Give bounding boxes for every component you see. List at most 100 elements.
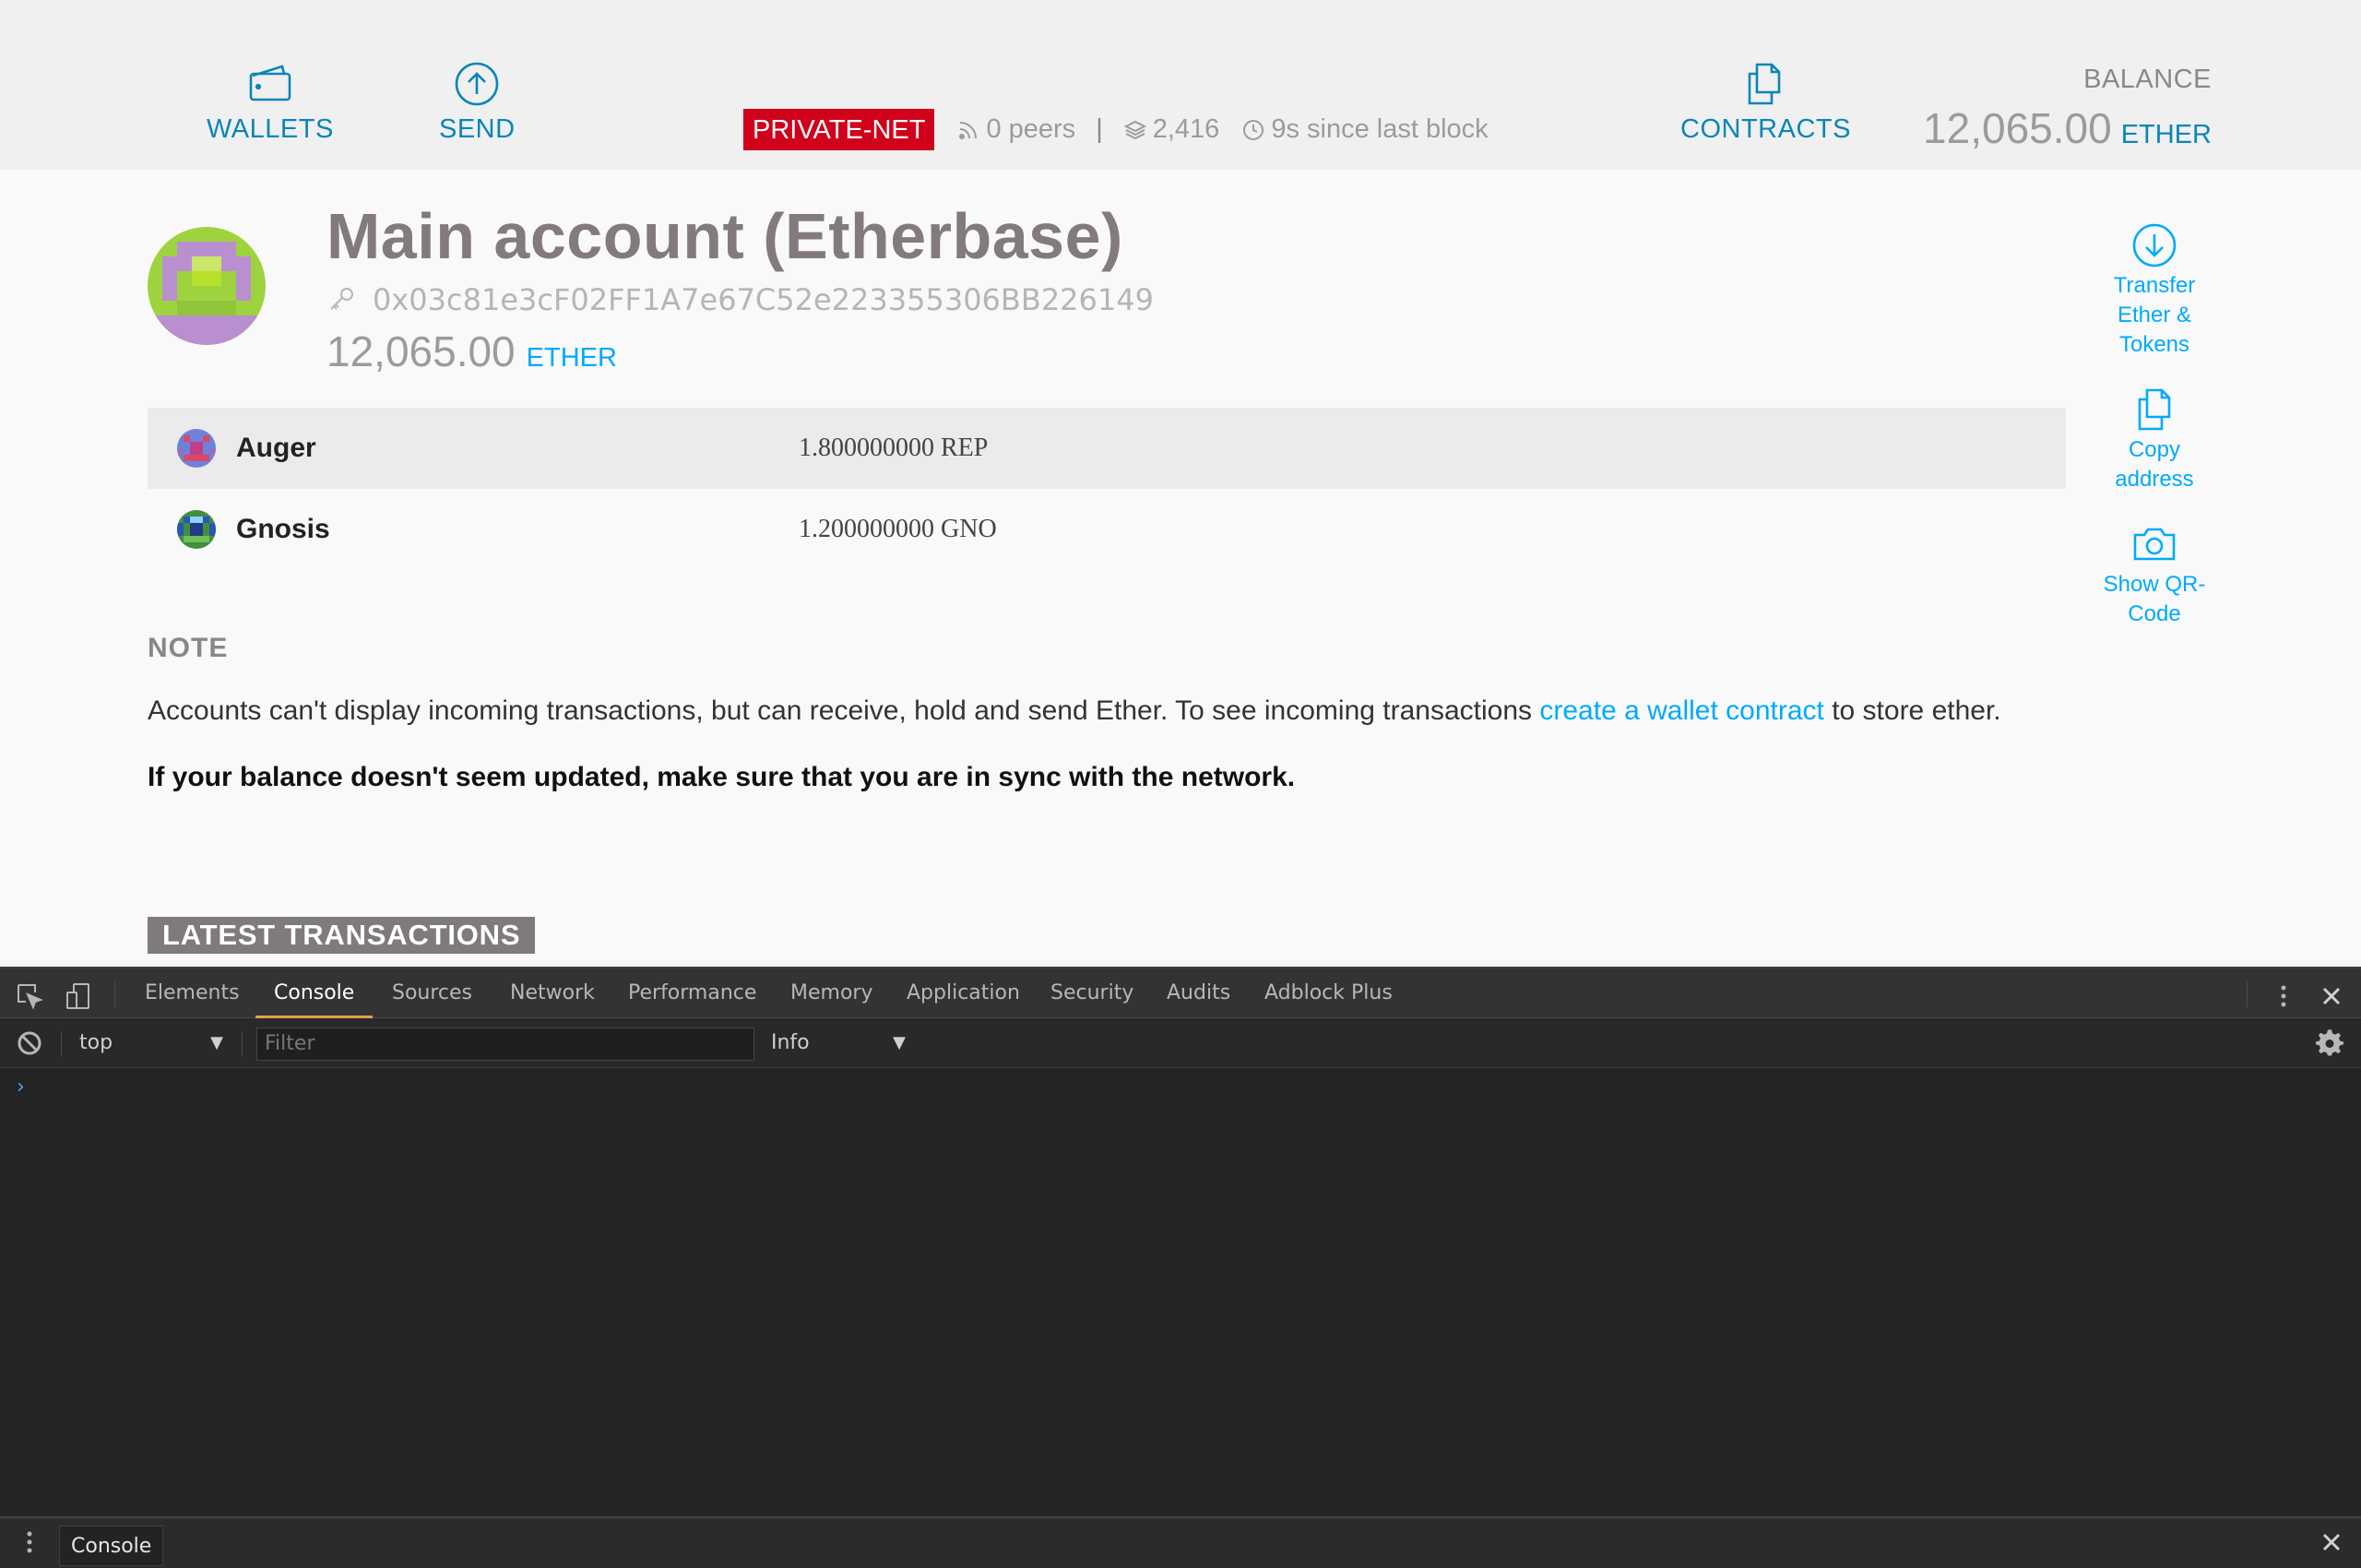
wallet-icon	[249, 65, 291, 101]
latest-transactions-heading: LATEST TRANSACTIONS	[148, 917, 536, 954]
create-wallet-contract-link[interactable]: create a wallet contract	[1539, 695, 1823, 726]
block-number: 2,416	[1152, 114, 1220, 144]
note-text: Accounts can't display incoming transact…	[148, 695, 2001, 727]
devtools-tab-network[interactable]: Network	[492, 968, 613, 1018]
console-settings-gear-icon[interactable]	[2315, 1028, 2344, 1058]
context-select[interactable]: top ▼	[79, 1029, 223, 1057]
nav-contracts-label: CONTRACTS	[1680, 114, 1851, 144]
dropdown-arrow-icon: ▼	[210, 1033, 223, 1052]
devtools-tab-elements[interactable]: Elements	[126, 968, 258, 1018]
nav-wallets[interactable]: WALLETS	[207, 59, 334, 145]
devtools-panel: Elements Console Sources Network Perform…	[0, 967, 2361, 1568]
send-arrow-up-icon	[455, 62, 499, 106]
devtools-tab-adblock-plus[interactable]: Adblock Plus	[1246, 968, 1411, 1018]
transfer-label-2: Ether &	[2117, 303, 2192, 327]
sync-warning: If your balance doesn't seem updated, ma…	[148, 762, 1296, 792]
account-balance-unit: ETHER	[526, 343, 617, 373]
note-title: NOTE	[148, 633, 229, 663]
devtools-drawer: Console	[0, 1516, 2361, 1568]
log-level-select[interactable]: Info ▼	[771, 1029, 906, 1057]
dropdown-arrow-icon: ▼	[893, 1033, 906, 1052]
clock-icon	[1243, 119, 1264, 140]
network-status: PRIVATE-NET 0 peers | 2,416 9s since las…	[743, 109, 1489, 150]
device-toolbar-icon[interactable]	[65, 981, 94, 1011]
balance-title: BALANCE	[2083, 65, 2212, 94]
network-badge: PRIVATE-NET	[743, 109, 935, 150]
log-level-value: Info	[771, 1031, 810, 1054]
contracts-documents-icon	[1749, 63, 1781, 105]
peers-count: 0 peers	[986, 114, 1076, 144]
nav-wallets-label: WALLETS	[207, 114, 334, 144]
account-address-row: 0x03c81e3cF02FF1A7e67C52e223355306BB2261…	[326, 282, 1154, 317]
token-row-auger[interactable]: Auger 1.800000000 REP	[148, 408, 2066, 489]
since-last-block: 9s since last block	[1271, 114, 1489, 144]
close-drawer-icon[interactable]	[2317, 1527, 2346, 1557]
rss-icon	[959, 121, 978, 139]
drawer-tab-console[interactable]: Console	[59, 1526, 164, 1566]
transfer-label-1: Transfer	[2113, 273, 2196, 298]
transfer-button[interactable]: Transfer Ether & Tokens	[2114, 221, 2195, 360]
key-icon	[330, 288, 353, 310]
account-balance: 12,065.00 ETHER	[326, 327, 617, 376]
console-filter-input[interactable]: Filter	[256, 1028, 754, 1061]
nav-send[interactable]: SEND	[439, 59, 516, 145]
peers-info: 0 peers	[956, 114, 1075, 145]
inspect-element-icon[interactable]	[15, 981, 44, 1011]
transfer-label-3: Tokens	[2118, 332, 2190, 357]
devtools-tab-application[interactable]: Application	[888, 968, 1038, 1018]
header-balance-value: 12,065.00	[1923, 104, 2112, 152]
account-view: Main account (Etherbase) 0x03c81e3cF02FF…	[0, 170, 2361, 967]
devtools-tab-audits[interactable]: Audits	[1148, 968, 1249, 1018]
note-text-after: to store ether.	[1823, 695, 2001, 726]
token-balance: 1.800000000 REP	[799, 434, 989, 462]
time-info: 9s since last block	[1241, 114, 1489, 145]
account-title: Main account (Etherbase)	[326, 200, 1123, 272]
tab-separator	[114, 981, 115, 1007]
clear-console-icon[interactable]	[15, 1028, 44, 1058]
copy-address-button[interactable]: Copy address	[2115, 386, 2194, 494]
qr-label-2: Code	[2128, 601, 2181, 626]
network-separator: |	[1096, 114, 1103, 144]
toolbar-separator	[61, 1031, 62, 1057]
copy-label-1: Copy	[2128, 437, 2180, 462]
devtools-tab-bar: Elements Console Sources Network Perform…	[0, 967, 2361, 1018]
auger-token-icon	[177, 429, 216, 468]
download-circle-icon	[2132, 223, 2177, 267]
token-list: Auger 1.800000000 REP Gnosis 1.200000000…	[148, 408, 2066, 570]
devtools-tab-sources[interactable]: Sources	[374, 968, 491, 1018]
show-qr-code-button[interactable]: Show QR- Code	[2103, 520, 2206, 629]
token-name: Gnosis	[236, 514, 330, 544]
context-select-value: top	[79, 1031, 113, 1054]
layers-icon	[1123, 120, 1146, 139]
token-balance: 1.200000000 GNO	[799, 515, 997, 543]
tab-separator	[2247, 981, 2248, 1007]
account-address[interactable]: 0x03c81e3cF02FF1A7e67C52e223355306BB2261…	[373, 282, 1154, 317]
top-header: WALLETS SEND PRIVATE-NET 0 peers | 2,416	[0, 0, 2361, 170]
qr-label-1: Show QR-	[2103, 572, 2206, 597]
token-row-gnosis[interactable]: Gnosis 1.200000000 GNO	[148, 489, 2066, 570]
toolbar-separator	[242, 1031, 243, 1057]
block-info: 2,416	[1123, 114, 1220, 145]
devtools-tab-performance[interactable]: Performance	[610, 968, 775, 1018]
devtools-tab-console[interactable]: Console	[255, 968, 374, 1018]
camera-icon	[2133, 528, 2176, 561]
header-balance: 12,065.00 ETHER	[1923, 103, 2212, 153]
note-text-before: Accounts can't display incoming transact…	[148, 695, 1540, 726]
drawer-menu-icon[interactable]	[15, 1527, 44, 1557]
nav-contracts[interactable]: CONTRACTS	[1680, 59, 1851, 145]
console-toolbar: top ▼ Filter Info ▼	[0, 1018, 2361, 1068]
console-prompt[interactable]: ›	[17, 1075, 25, 1099]
copy-documents-icon	[2138, 388, 2171, 431]
token-name: Auger	[236, 433, 316, 463]
more-options-icon[interactable]	[2269, 981, 2298, 1011]
devtools-tab-memory[interactable]: Memory	[772, 968, 891, 1018]
header-balance-unit: ETHER	[2120, 120, 2212, 149]
nav-send-label: SEND	[439, 114, 516, 144]
account-avatar	[148, 227, 266, 345]
account-actions: Transfer Ether & Tokens Copy address Sho…	[2084, 221, 2225, 629]
devtools-tab-security[interactable]: Security	[1032, 968, 1152, 1018]
copy-label-2: address	[2115, 467, 2194, 492]
close-devtools-icon[interactable]	[2317, 981, 2346, 1011]
account-balance-value: 12,065.00	[326, 327, 516, 375]
gnosis-token-icon	[177, 510, 216, 549]
